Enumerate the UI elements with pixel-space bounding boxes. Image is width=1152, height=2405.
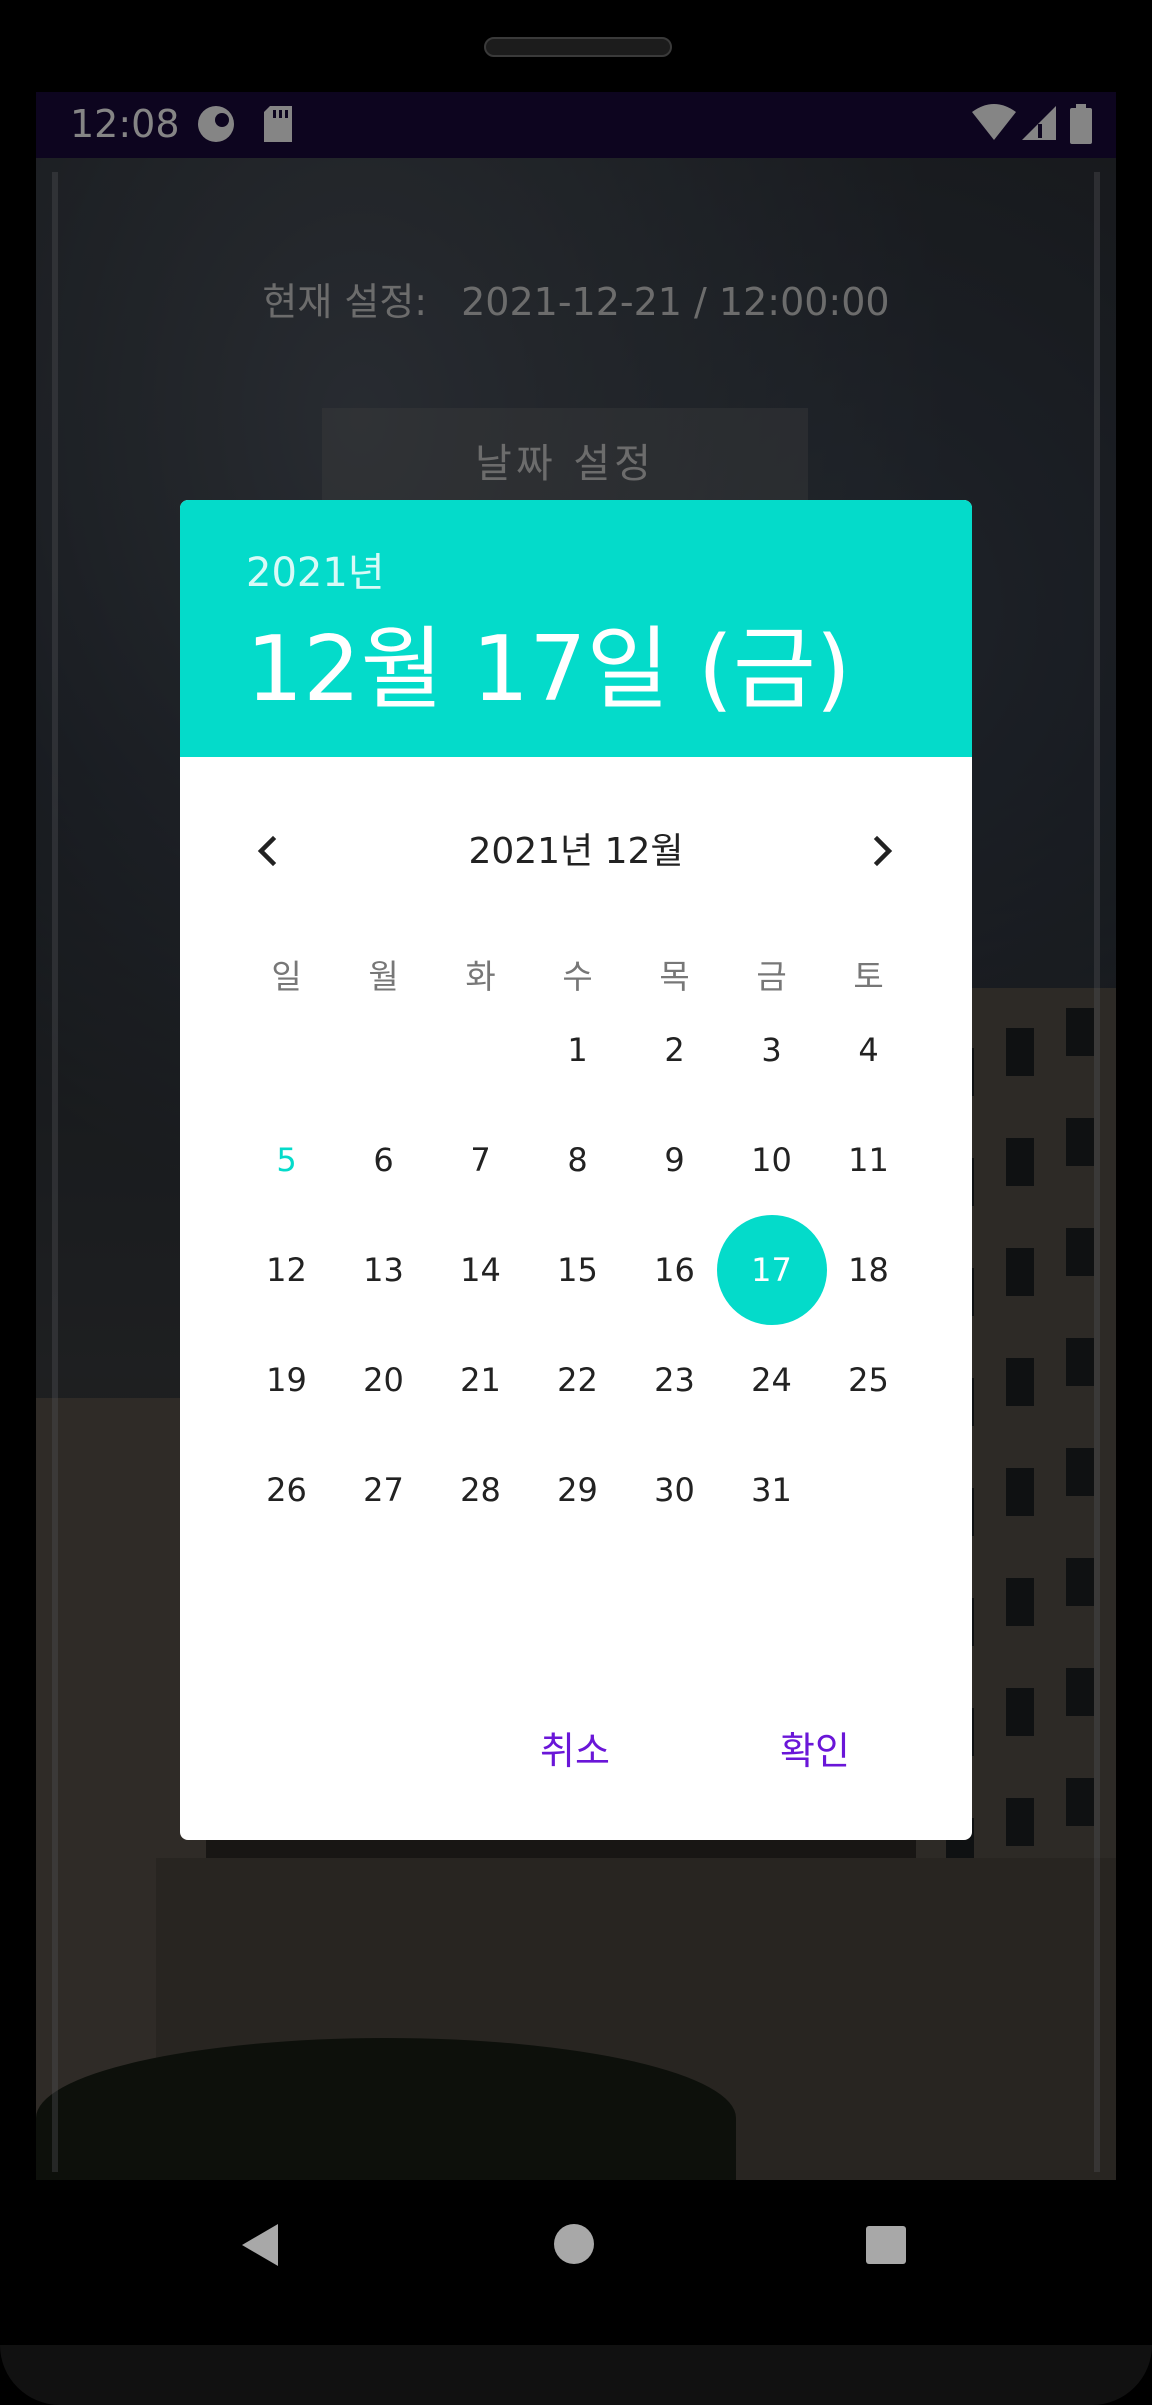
- weekday-label: 월: [368, 957, 399, 996]
- calendar-day[interactable]: 7: [432, 1130, 529, 1240]
- weekday-header: 일월화수목금토: [238, 950, 918, 1000]
- calendar-day[interactable]: 3: [723, 1020, 820, 1130]
- calendar-day[interactable]: 31: [723, 1460, 820, 1570]
- calendar-day[interactable]: 14: [432, 1240, 529, 1350]
- calendar-day[interactable]: 2: [626, 1020, 723, 1130]
- calendar-day[interactable]: 8: [529, 1130, 626, 1240]
- back-icon[interactable]: [240, 2222, 280, 2272]
- phone-frame: 12:08 현재 설정: 2021-12-21 / 12:00:00 날짜 설정…: [0, 0, 1152, 2405]
- calendar-day[interactable]: 23: [626, 1350, 723, 1460]
- calendar-day[interactable]: 25: [820, 1350, 917, 1460]
- calendar-day[interactable]: 16: [626, 1240, 723, 1350]
- weekday-label: 일: [271, 957, 302, 996]
- weekday-label: 금: [756, 957, 787, 996]
- calendar-day[interactable]: 22: [529, 1350, 626, 1460]
- calendar-day[interactable]: 20: [335, 1350, 432, 1460]
- ok-button[interactable]: 확인: [780, 1720, 850, 1775]
- calendar-day[interactable]: 6: [335, 1130, 432, 1240]
- recents-icon[interactable]: [866, 2226, 906, 2264]
- date-picker-dialog: 2021년 12월 17일 (금) 2021년 12월 일월화수목금토 1234…: [180, 500, 972, 1840]
- header-year[interactable]: 2021년: [246, 540, 385, 598]
- calendar-day[interactable]: 18: [820, 1240, 917, 1350]
- calendar-day[interactable]: 4: [820, 1020, 917, 1130]
- calendar-day[interactable]: 12: [238, 1240, 335, 1350]
- calendar-day[interactable]: 29: [529, 1460, 626, 1570]
- calendar-day[interactable]: 21: [432, 1350, 529, 1460]
- weekday-label: 화: [465, 957, 496, 996]
- calendar-day-today[interactable]: 5: [238, 1130, 335, 1240]
- weekday-label: 토: [853, 957, 884, 996]
- calendar-day[interactable]: 1: [529, 1020, 626, 1130]
- screen: 12:08 현재 설정: 2021-12-21 / 12:00:00 날짜 설정…: [36, 92, 1116, 2180]
- calendar-day[interactable]: 19: [238, 1350, 335, 1460]
- calendar-day[interactable]: 26: [238, 1460, 335, 1570]
- calendar-day[interactable]: 28: [432, 1460, 529, 1570]
- navigation-bar: [0, 2180, 1152, 2345]
- calendar-day[interactable]: 27: [335, 1460, 432, 1570]
- calendar-day[interactable]: 9: [626, 1130, 723, 1240]
- cancel-button[interactable]: 취소: [540, 1720, 610, 1775]
- speaker-grille: [484, 37, 672, 57]
- calendar-day[interactable]: 15: [529, 1240, 626, 1350]
- home-icon[interactable]: [554, 2224, 594, 2264]
- next-month-button[interactable]: [854, 823, 910, 879]
- weekday-label: 목: [659, 957, 690, 996]
- phone-chin: [0, 2345, 1152, 2405]
- header-selected-date[interactable]: 12월 17일 (금): [246, 596, 851, 726]
- dialog-actions: 취소 확인: [180, 1720, 972, 1810]
- calendar-day[interactable]: 13: [335, 1240, 432, 1350]
- chevron-right-icon: [873, 835, 893, 867]
- date-picker-header: 2021년 12월 17일 (금): [180, 500, 972, 757]
- calendar-day[interactable]: 30: [626, 1460, 723, 1570]
- calendar-day[interactable]: 24: [723, 1350, 820, 1460]
- calendar-day[interactable]: 11: [820, 1130, 917, 1240]
- weekday-label: 수: [562, 957, 593, 996]
- calendar-day-selected[interactable]: 17: [723, 1240, 820, 1350]
